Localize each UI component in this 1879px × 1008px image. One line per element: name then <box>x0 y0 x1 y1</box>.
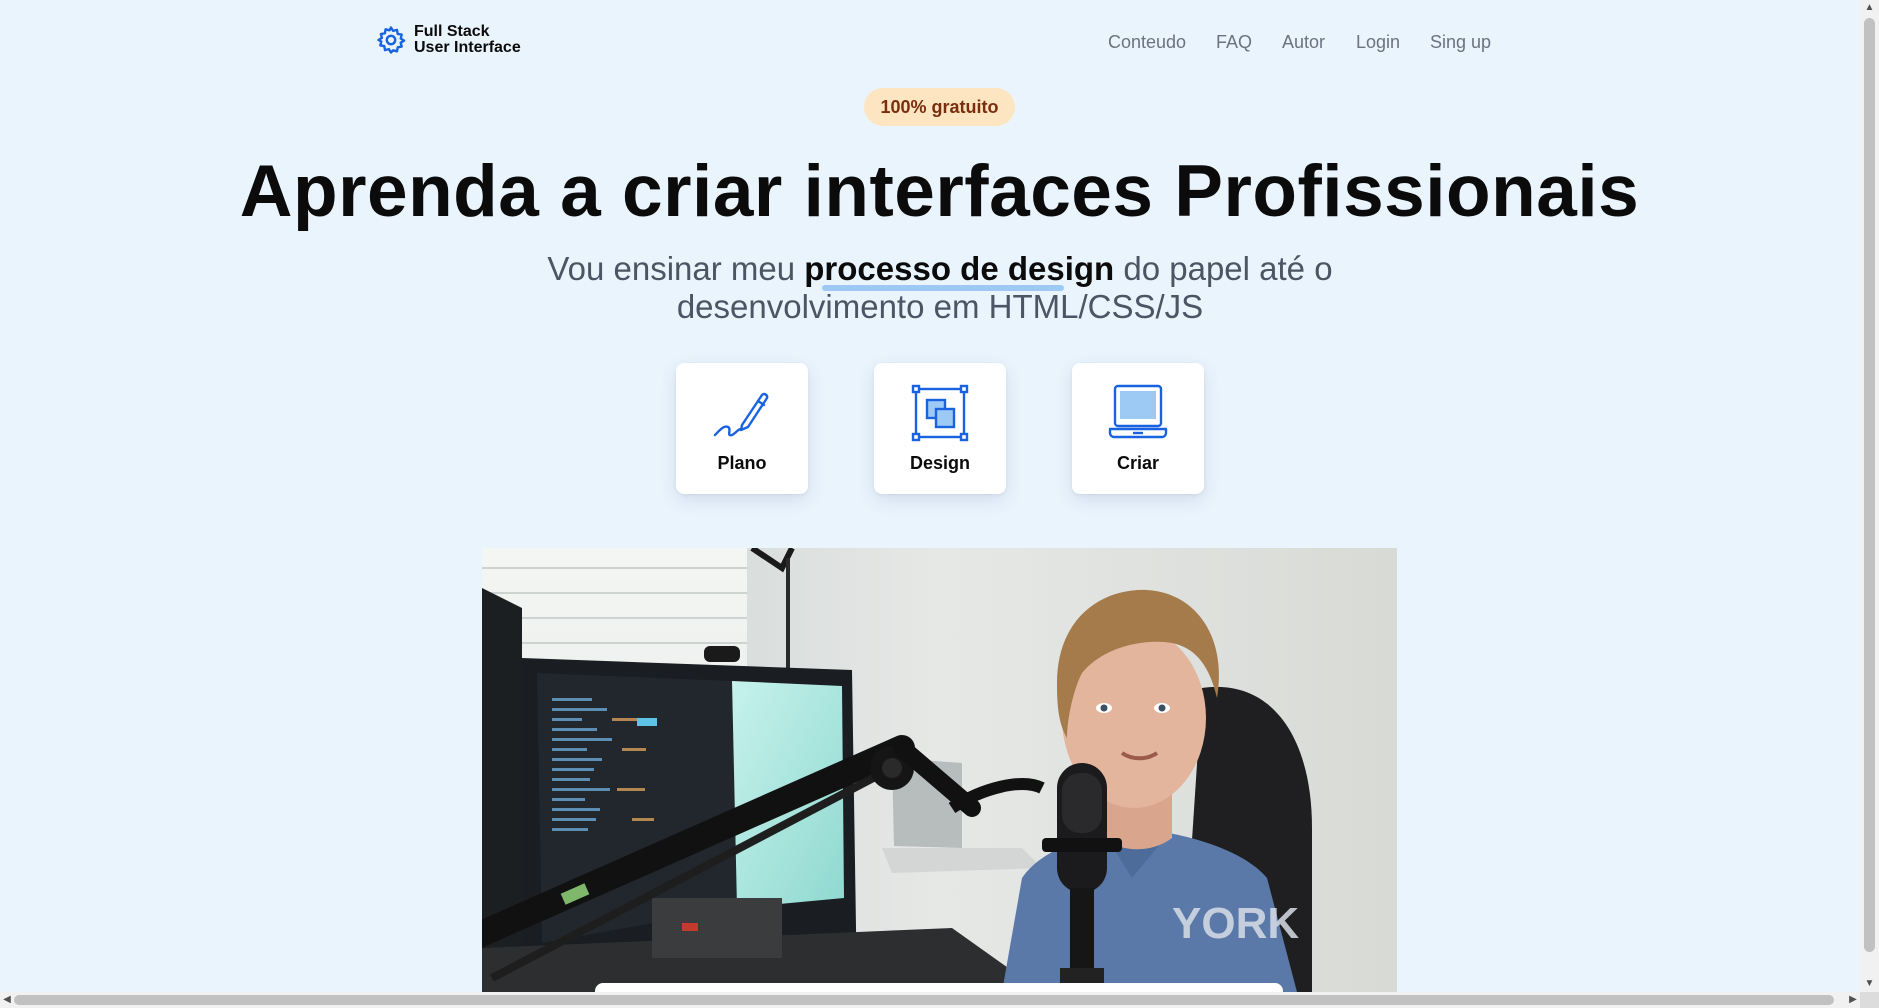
gear-icon <box>377 26 406 54</box>
video-thumbnail: YORK <box>482 548 1397 992</box>
nav-login[interactable]: Login <box>1356 32 1400 53</box>
scrollbar-corner <box>1860 992 1879 1008</box>
card-plano[interactable]: Plano <box>676 363 808 494</box>
frame-icon <box>911 384 969 442</box>
vertical-scroll-thumb[interactable] <box>1864 18 1875 952</box>
subtitle-highlight: processo de design <box>804 250 1115 287</box>
brand-line-2: User Interface <box>414 39 521 56</box>
nav-signup[interactable]: Sing up <box>1430 32 1491 53</box>
page: Full Stack User Interface Conteudo FAQ A… <box>0 0 1860 992</box>
nav-autor[interactable]: Autor <box>1282 32 1325 53</box>
nav-faq[interactable]: FAQ <box>1216 32 1252 53</box>
horizontal-scrollbar[interactable]: ◀ ▶ <box>0 992 1860 1008</box>
card-label-plano: Plano <box>717 453 767 473</box>
brand-line-1: Full Stack <box>414 23 490 40</box>
scroll-down-arrow-icon[interactable]: ▼ <box>1860 976 1879 992</box>
subtitle-before: Vou ensinar meu <box>547 250 805 287</box>
card-label-design: Design <box>909 453 970 473</box>
scroll-left-arrow-icon[interactable]: ◀ <box>0 992 14 1008</box>
card-design[interactable]: Design <box>874 363 1006 494</box>
page-title: Aprenda a criar interfaces Profissionais <box>239 151 1640 232</box>
brand-name: Full Stack User Interface <box>414 24 521 56</box>
scroll-up-arrow-icon[interactable]: ▲ <box>1860 0 1879 16</box>
video-caption-bar <box>595 983 1283 992</box>
card-criar[interactable]: Criar <box>1072 363 1204 494</box>
free-badge: 100% gratuito <box>864 88 1015 126</box>
card-label-criar: Criar <box>1116 453 1160 473</box>
scroll-right-arrow-icon[interactable]: ▶ <box>1846 992 1860 1008</box>
brand-logo[interactable]: Full Stack User Interface <box>376 24 521 56</box>
nav-conteudo[interactable]: Conteudo <box>1108 32 1186 53</box>
hero-subtitle: Vou ensinar meu processo de design do pa… <box>500 250 1380 326</box>
horizontal-scroll-thumb[interactable] <box>14 995 1834 1005</box>
svg-text:YORK: YORK <box>1172 899 1299 948</box>
pen-icon <box>713 392 769 437</box>
hero-video[interactable]: YORK <box>482 548 1397 992</box>
laptop-icon <box>1108 384 1168 439</box>
vertical-scrollbar[interactable]: ▲ ▼ <box>1860 0 1879 1008</box>
